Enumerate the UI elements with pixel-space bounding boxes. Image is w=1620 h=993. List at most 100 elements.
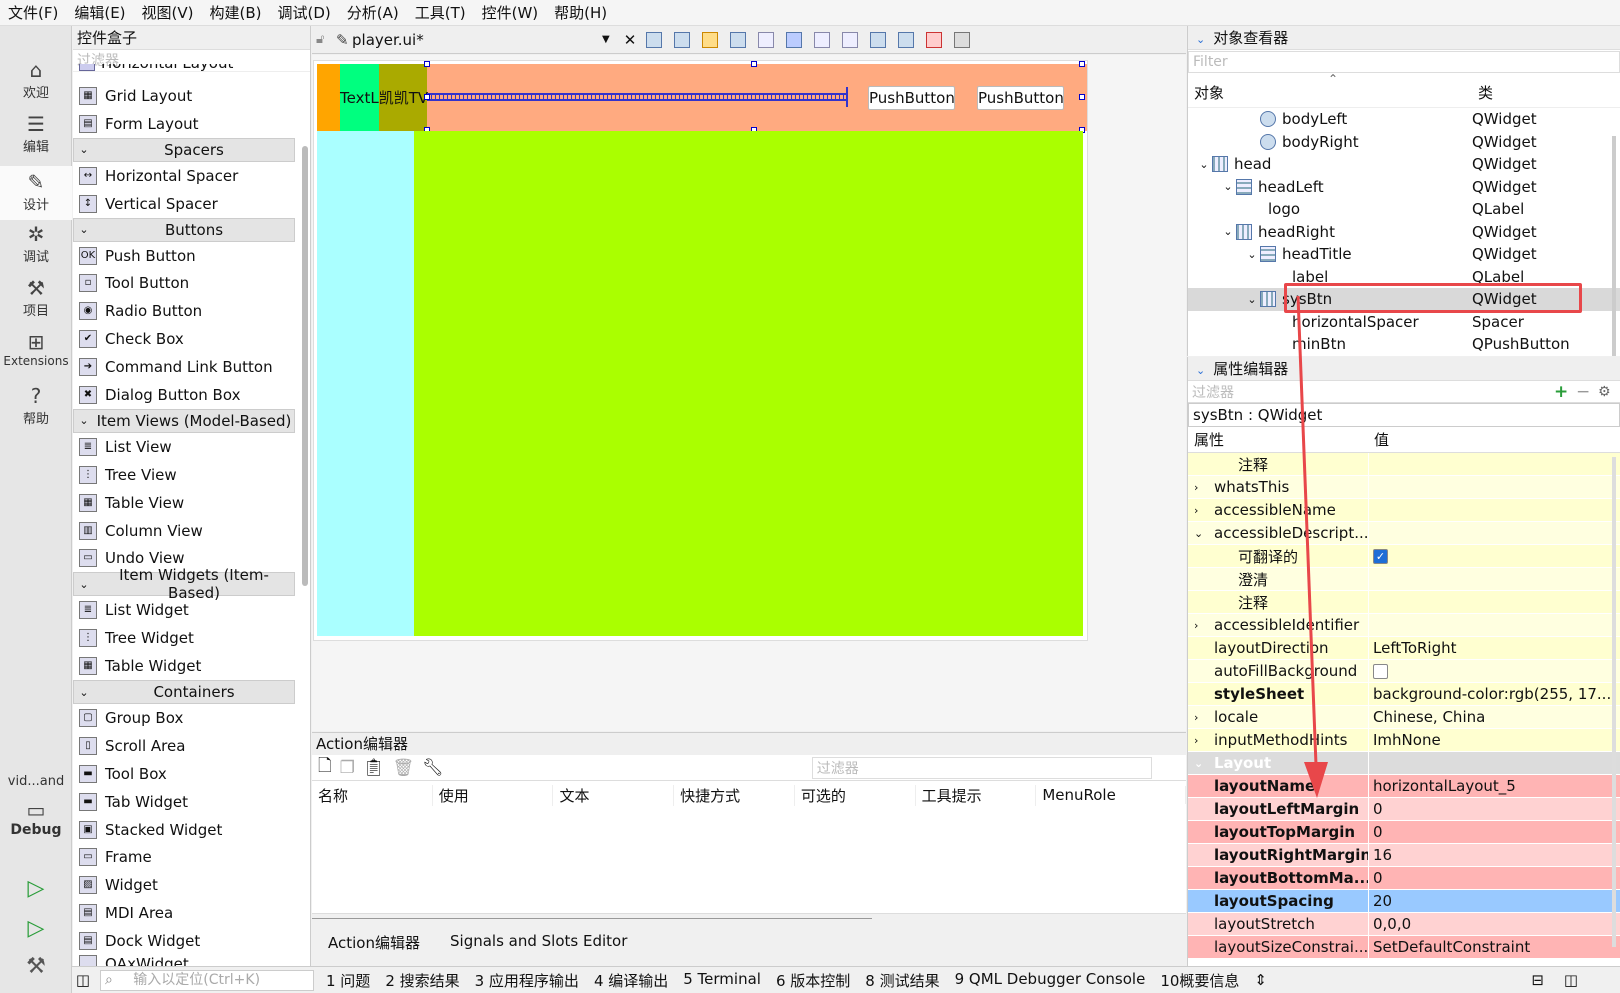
widget-list-item[interactable]: ⋮ Tree View bbox=[73, 461, 295, 489]
push-button-1[interactable]: PushButton bbox=[868, 86, 955, 110]
property-section-row[interactable]: ⌄ Layout bbox=[1188, 752, 1620, 775]
property-scrollbar[interactable] bbox=[1612, 457, 1616, 947]
object-tree-row[interactable]: logo QLabel bbox=[1188, 198, 1620, 221]
chevron-down-icon[interactable]: ⌄ bbox=[1194, 757, 1214, 770]
menu-item[interactable]: 工具(T) bbox=[407, 2, 474, 23]
delete-action-icon[interactable]: 🗑︎ bbox=[393, 758, 415, 778]
menu-item[interactable]: 帮助(H) bbox=[546, 2, 615, 23]
menu-item[interactable]: 分析(A) bbox=[339, 2, 407, 23]
menu-item[interactable]: 构建(B) bbox=[202, 2, 270, 23]
title-label[interactable]: TextL凯凯TV bbox=[340, 87, 428, 108]
tab-signals-slots[interactable]: Signals and Slots Editor bbox=[438, 932, 639, 950]
chevron-down-icon[interactable]: ⌄ bbox=[1194, 527, 1214, 540]
output-pane-icon[interactable]: ⊟ bbox=[1531, 971, 1544, 989]
chevron-right-icon[interactable]: › bbox=[1194, 734, 1214, 747]
widget-list-item[interactable]: ▦ Table Widget bbox=[73, 652, 295, 680]
add-property-icon[interactable]: + bbox=[1554, 382, 1576, 402]
mode-debug[interactable]: ✲ 调试 bbox=[0, 222, 72, 274]
chevron-down-icon[interactable]: ⌄ bbox=[1220, 180, 1236, 193]
menu-item[interactable]: 控件(W) bbox=[474, 2, 547, 23]
layout-vertical-icon[interactable] bbox=[786, 31, 802, 48]
checkbox[interactable] bbox=[1373, 663, 1388, 679]
body-left-widget[interactable] bbox=[317, 131, 414, 636]
push-button-2[interactable]: PushButton bbox=[977, 86, 1064, 110]
layout-horizontal-icon[interactable] bbox=[758, 31, 774, 48]
widget-list-item[interactable]: ◉ Radio Button bbox=[73, 297, 295, 325]
output-pane-button[interactable]: 8 测试结果 bbox=[865, 970, 939, 991]
property-row[interactable]: layoutLeftMargin 0 bbox=[1188, 798, 1620, 821]
tab-action-editor[interactable]: Action编辑器 bbox=[316, 932, 432, 953]
object-tree-scrollbar[interactable] bbox=[1612, 136, 1616, 356]
property-row[interactable]: layoutSizeConstrai... SetDefaultConstrain… bbox=[1188, 936, 1620, 959]
property-row[interactable]: layoutTopMargin 0 bbox=[1188, 821, 1620, 844]
run-icon[interactable]: ▷ bbox=[0, 876, 72, 901]
col-class[interactable]: 类 bbox=[1478, 82, 1493, 103]
widget-list-item[interactable]: ▥ Column View bbox=[73, 517, 295, 545]
property-row[interactable]: ⌄ accessibleDescript... bbox=[1188, 522, 1620, 545]
output-pane-button[interactable]: 5 Terminal bbox=[683, 970, 761, 991]
property-row[interactable]: › accessibleName bbox=[1188, 499, 1620, 522]
widget-list-item[interactable]: ▦ Grid Layout bbox=[73, 82, 295, 110]
widget-list-item[interactable]: ↔ Horizontal Spacer bbox=[73, 162, 295, 190]
widget-list-item[interactable]: ▦ Table View bbox=[73, 489, 295, 517]
kit-selector[interactable]: ▭ Debug bbox=[0, 798, 72, 854]
selection-handle[interactable] bbox=[424, 61, 430, 67]
chevron-down-icon[interactable]: ▼ bbox=[602, 34, 618, 45]
widget-list-item[interactable]: ↕ Vertical Spacer bbox=[73, 190, 295, 218]
widget-category[interactable]: ⌄ Spacers bbox=[73, 137, 295, 162]
debug-run-icon[interactable]: ▷ bbox=[0, 916, 72, 941]
chevron-right-icon[interactable]: › bbox=[1194, 619, 1214, 632]
property-row[interactable]: styleSheet background-color:rgb(255, 17..… bbox=[1188, 683, 1620, 706]
object-tree-row[interactable]: ⌄ headTitle QWidget bbox=[1188, 243, 1620, 266]
widget-list-item[interactable]: ✔ Check Box bbox=[73, 325, 295, 353]
widget-list-item[interactable]: ▤ Dock Widget bbox=[73, 927, 295, 955]
chevron-down-icon[interactable]: ⌄ bbox=[1244, 248, 1260, 261]
mode-design[interactable]: ✎ 设计 bbox=[0, 166, 72, 220]
property-row[interactable]: layoutName horizontalLayout_5 bbox=[1188, 775, 1620, 798]
edit-widgets-icon[interactable] bbox=[646, 31, 662, 48]
list-item[interactable]: Horizontal Layout bbox=[79, 64, 289, 72]
object-tree-row[interactable]: ⌄ headLeft QWidget bbox=[1188, 176, 1620, 199]
object-tree-row[interactable]: minBtn QPushButton bbox=[1188, 333, 1620, 356]
mode-welcome[interactable]: ⌂ 欢迎 bbox=[0, 58, 72, 110]
action-column-header[interactable]: 使用 bbox=[433, 784, 554, 806]
widget-list-item[interactable]: ➔ Command Link Button bbox=[73, 353, 295, 381]
mode-help[interactable]: ? 帮助 bbox=[0, 384, 72, 436]
action-column-header[interactable]: 工具提示 bbox=[916, 784, 1037, 806]
object-tree-row[interactable]: ⌄ head QWidget bbox=[1188, 153, 1620, 176]
chevron-down-icon[interactable]: ⌄ bbox=[1220, 225, 1236, 238]
layout-form-icon[interactable] bbox=[870, 31, 886, 48]
chevron-right-icon[interactable]: › bbox=[1194, 711, 1214, 724]
widget-list-item[interactable]: ▬ Tab Widget bbox=[73, 788, 295, 816]
mode-edit[interactable]: ☰ 编辑 bbox=[0, 112, 72, 164]
selection-handle[interactable] bbox=[1079, 94, 1085, 100]
object-tree-row[interactable]: bodyLeft QWidget bbox=[1188, 108, 1620, 131]
property-row[interactable]: autoFillBackground bbox=[1188, 660, 1620, 683]
output-pane-button[interactable]: 6 版本控制 bbox=[776, 970, 850, 991]
locator-input[interactable]: ⌕ 输入以定位(Ctrl+K) bbox=[100, 969, 314, 991]
file-selector[interactable]: player.ui* bbox=[352, 31, 602, 49]
chevron-right-icon[interactable]: › bbox=[1194, 504, 1214, 517]
property-row[interactable]: › whatsThis bbox=[1188, 476, 1620, 499]
property-row[interactable]: 注释 bbox=[1188, 453, 1620, 476]
widget-category[interactable]: ⌄ Item Views (Model-Based) bbox=[73, 408, 295, 433]
action-column-header[interactable]: MenuRole bbox=[1036, 786, 1186, 804]
widget-list-item[interactable]: ▢ Group Box bbox=[73, 704, 295, 732]
layout-v-splitter-icon[interactable] bbox=[842, 31, 858, 48]
selection-handle[interactable] bbox=[751, 61, 757, 67]
widget-list-item[interactable]: ▬ Tool Box bbox=[73, 760, 295, 788]
output-pane-button[interactable]: 2 搜索结果 bbox=[385, 970, 459, 991]
menu-item[interactable]: 编辑(E) bbox=[66, 2, 133, 23]
right-sidebar-icon[interactable]: ◫ bbox=[1564, 971, 1578, 989]
property-row[interactable]: layoutSpacing 20 bbox=[1188, 890, 1620, 913]
object-tree-row[interactable]: horizontalSpacer Spacer bbox=[1188, 311, 1620, 334]
action-column-header[interactable]: 可选的 bbox=[795, 784, 916, 806]
property-row[interactable]: layoutDirection LeftToRight bbox=[1188, 637, 1620, 660]
checkbox[interactable]: ✓ bbox=[1373, 548, 1388, 564]
paste-action-icon[interactable]: 📋︎ bbox=[363, 758, 385, 778]
adjust-size-icon[interactable] bbox=[954, 31, 970, 48]
widget-box-scrollbar[interactable] bbox=[302, 146, 308, 586]
new-action-icon[interactable]: 🗋︎ bbox=[318, 753, 332, 782]
property-row[interactable]: › inputMethodHints ImhNone bbox=[1188, 729, 1620, 752]
sidebar-toggle-icon[interactable]: ◫ bbox=[72, 971, 94, 989]
